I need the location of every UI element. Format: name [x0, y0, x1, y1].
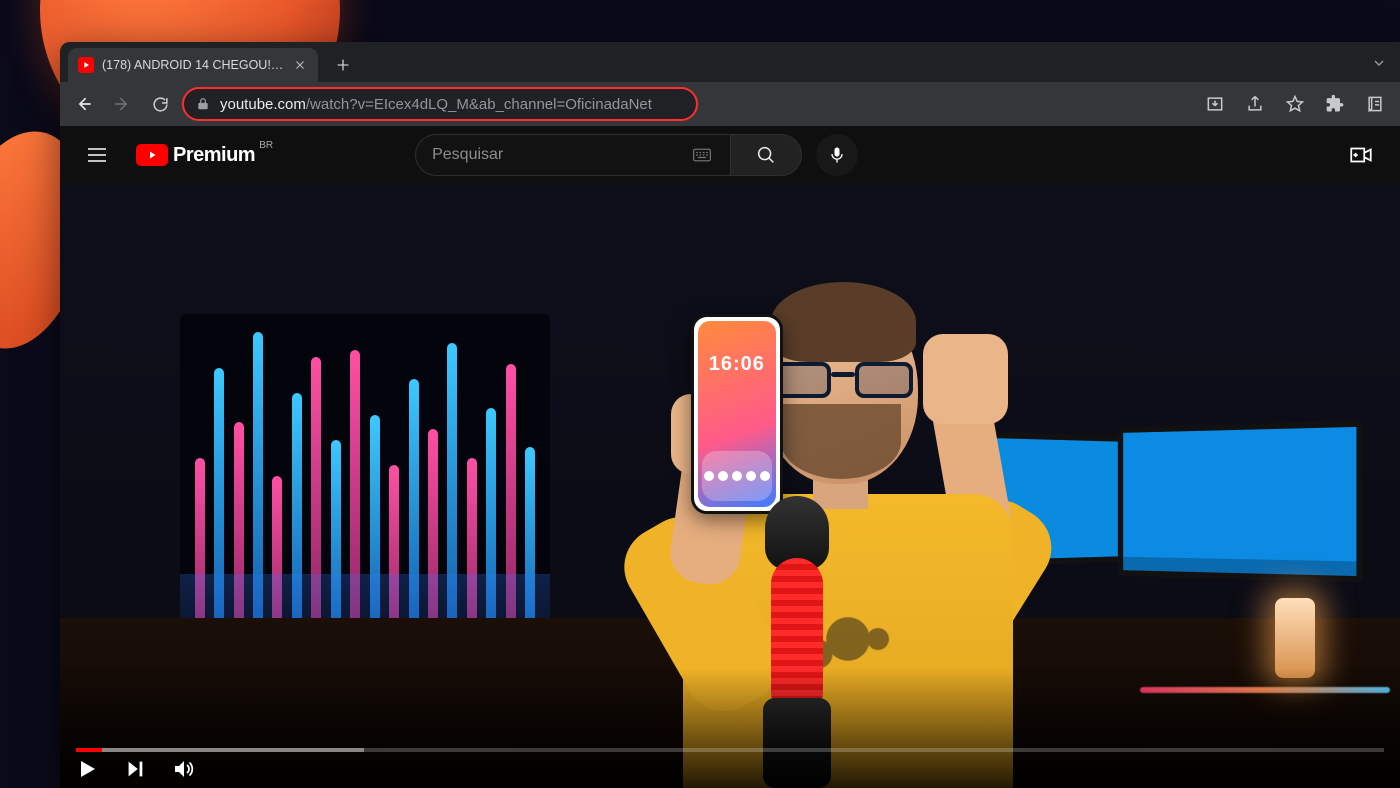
- youtube-page: Premium BR: [60, 126, 1400, 788]
- glasses: [773, 362, 913, 400]
- video-player[interactable]: 16:06: [60, 184, 1400, 788]
- play-button[interactable]: [74, 756, 100, 782]
- video-controls: [60, 748, 1400, 788]
- tab-strip: (178) ANDROID 14 CHEGOU! Tod: [60, 42, 1400, 82]
- search-box[interactable]: [415, 134, 729, 176]
- address-bar[interactable]: youtube.com/watch?v=EIcex4dLQ_M&ab_chann…: [182, 87, 698, 121]
- progress-buffered: [76, 748, 364, 752]
- url-text: youtube.com/watch?v=EIcex4dLQ_M&ab_chann…: [220, 97, 652, 112]
- reading-list-icon[interactable]: [1358, 87, 1392, 121]
- video-frame: 16:06: [60, 184, 1400, 788]
- reload-button[interactable]: [144, 88, 176, 120]
- voice-search-button[interactable]: [816, 134, 858, 176]
- search-container: [415, 134, 857, 176]
- url-domain: youtube.com: [220, 97, 306, 112]
- progress-bar[interactable]: [76, 748, 1384, 752]
- back-button[interactable]: [68, 88, 100, 120]
- browser-window: (178) ANDROID 14 CHEGOU! Tod: [60, 42, 1400, 788]
- smartphone-held: 16:06: [691, 314, 783, 514]
- search-input[interactable]: [432, 146, 689, 164]
- youtube-header: Premium BR: [60, 126, 1400, 184]
- youtube-mark-icon: [136, 144, 168, 166]
- new-tab-button[interactable]: [328, 50, 358, 80]
- tab-title: (178) ANDROID 14 CHEGOU! Tod: [102, 58, 284, 72]
- lock-icon: [196, 97, 210, 111]
- phone-clock: 16:06: [694, 353, 780, 376]
- forward-button[interactable]: [106, 88, 138, 120]
- monitor-right: [1118, 420, 1363, 582]
- tab-close-icon[interactable]: [292, 57, 308, 73]
- extensions-icon[interactable]: [1318, 87, 1352, 121]
- keyboard-icon[interactable]: [690, 145, 714, 165]
- youtube-favicon-icon: [78, 57, 94, 73]
- browser-toolbar: youtube.com/watch?v=EIcex4dLQ_M&ab_chann…: [60, 82, 1400, 126]
- url-path: /watch?v=EIcex4dLQ_M&ab_channel=Oficinad…: [306, 97, 652, 112]
- share-icon[interactable]: [1238, 87, 1272, 121]
- browser-tab-active[interactable]: (178) ANDROID 14 CHEGOU! Tod: [68, 48, 318, 82]
- next-button[interactable]: [122, 756, 148, 782]
- install-app-icon[interactable]: [1198, 87, 1232, 121]
- country-code: BR: [259, 140, 273, 151]
- progress-played: [76, 748, 102, 752]
- tabs-dropdown-icon[interactable]: [1364, 48, 1394, 78]
- logo-text: Premium: [173, 144, 255, 167]
- search-button[interactable]: [730, 134, 802, 176]
- create-video-button[interactable]: [1340, 134, 1382, 176]
- bookmark-star-icon[interactable]: [1278, 87, 1312, 121]
- volume-button[interactable]: [170, 756, 196, 782]
- youtube-premium-logo[interactable]: Premium BR: [136, 144, 255, 167]
- menu-button[interactable]: [78, 136, 116, 174]
- smart-lamp: [1275, 598, 1315, 678]
